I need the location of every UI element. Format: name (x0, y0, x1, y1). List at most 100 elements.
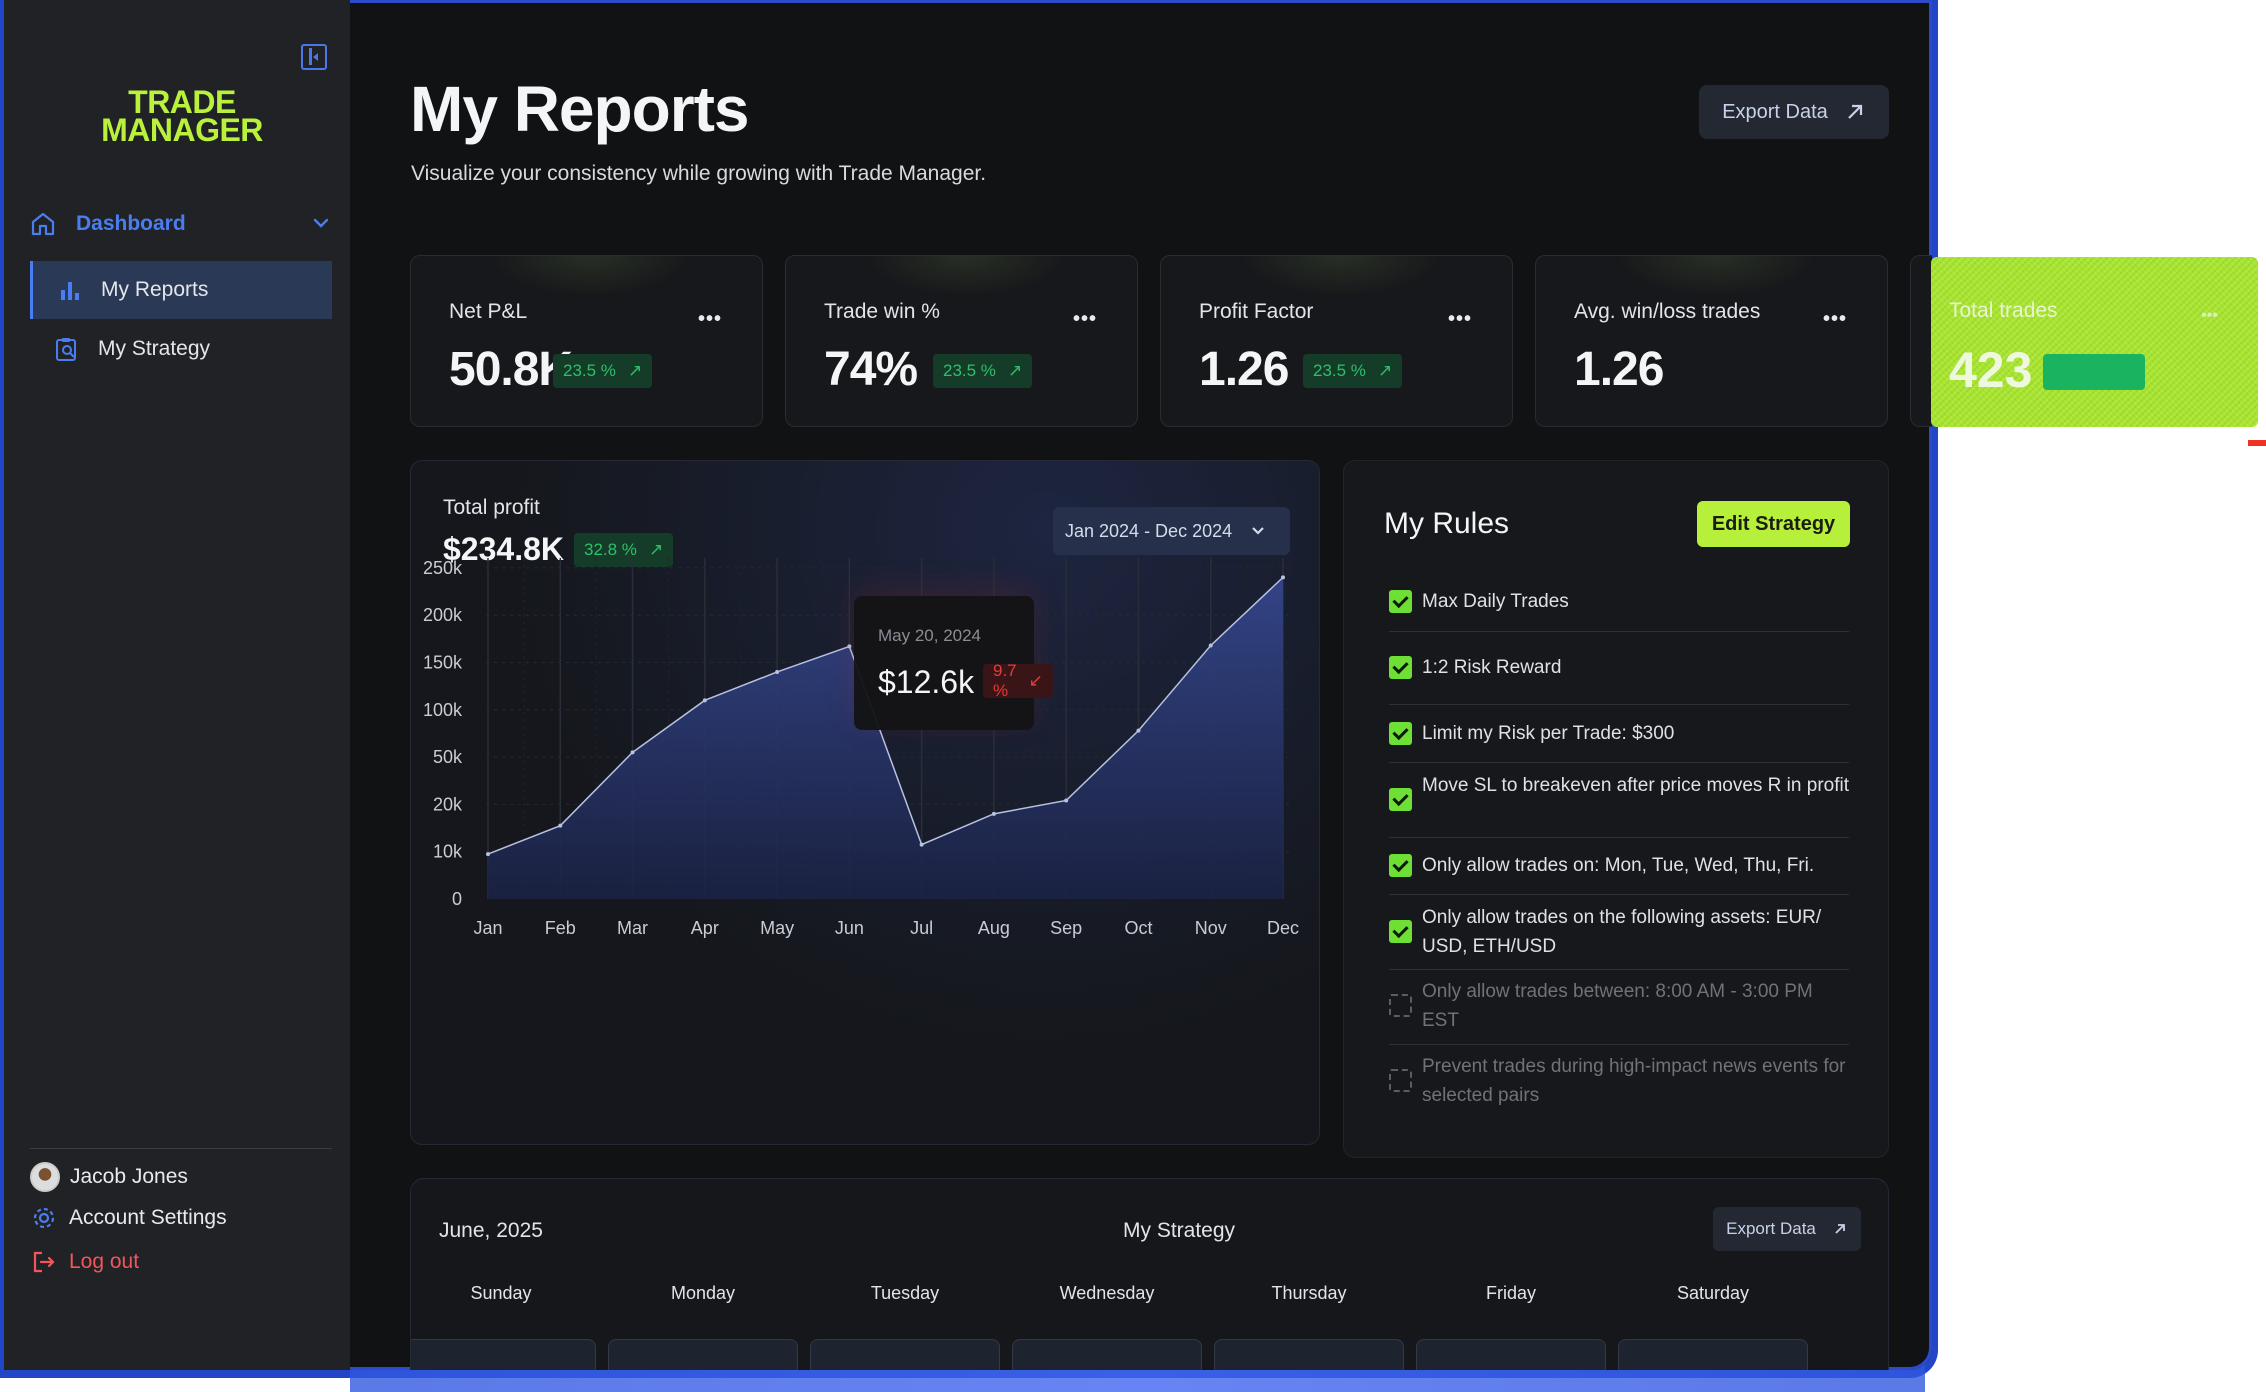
sidebar-item-my-strategy[interactable]: My Strategy (30, 320, 332, 378)
x-tick-label: Mar (617, 918, 648, 938)
data-point-may[interactable] (775, 669, 780, 674)
more-icon[interactable]: ••• (1448, 308, 1472, 331)
stat-card-edge (1910, 255, 1932, 427)
day-name: Tuesday (870, 1283, 940, 1303)
rule-item[interactable]: Only allow trades on: Mon, Tue, Wed, Thu… (1389, 851, 1849, 880)
page-title: My Reports (410, 73, 749, 145)
data-point-jan[interactable] (486, 852, 490, 857)
data-point-jul[interactable] (919, 842, 924, 847)
chevron-down-icon (313, 218, 329, 228)
checkbox-empty-icon[interactable] (1389, 1069, 1412, 1092)
sidebar-item-label: My Strategy (98, 337, 211, 360)
checkbox-checked-icon[interactable] (1389, 854, 1412, 877)
data-point-dec[interactable] (1281, 575, 1285, 580)
home-icon (30, 211, 56, 237)
checkbox-checked-icon[interactable] (1389, 722, 1412, 745)
calendar-export-button[interactable]: Export Data (1713, 1207, 1861, 1251)
rule-item[interactable]: Move SL to breakeven after price moves R… (1389, 771, 1849, 811)
tooltip-date: May 20, 2024 (878, 626, 982, 645)
data-point-oct[interactable] (1136, 728, 1141, 733)
checkbox-checked-icon[interactable] (1389, 920, 1412, 943)
rule-divider (1389, 631, 1849, 632)
y-tick-label: 10k (433, 842, 463, 862)
checkbox-checked-icon[interactable] (1389, 788, 1412, 811)
data-point-aug[interactable] (991, 811, 996, 816)
calendar-day-cell[interactable]: 5 (1416, 1339, 1606, 1370)
rule-divider (1389, 894, 1849, 895)
rule-item-disabled[interactable]: Prevent trades during high-impact news e… (1389, 1052, 1849, 1110)
sidebar: TRADE MANAGER Dashboard My Reports My St… (4, 0, 350, 1370)
avatar (30, 1162, 60, 1192)
rule-divider (1389, 837, 1849, 838)
x-tick-label: Apr (691, 918, 719, 938)
rule-divider (1389, 704, 1849, 705)
day-name: Saturday (1676, 1283, 1750, 1303)
more-icon[interactable]: ••• (1823, 308, 1847, 331)
y-tick-label: 0 (452, 889, 462, 909)
day-name: Wednesday (1059, 1283, 1155, 1303)
rule-item[interactable]: Only allow trades on the following asset… (1389, 903, 1849, 961)
total-profit-card: Total profit $234.8K 32.8 % ↗ Jan 2024 - … (410, 460, 1320, 1145)
calendar-day-cell[interactable]: 1 (608, 1339, 798, 1370)
more-icon[interactable]: ••• (1073, 308, 1097, 331)
stat-value: 1.26 (1199, 343, 1289, 396)
stat-card-profit-factor: Profit Factor ••• 1.26 23.5 % ↗ (1160, 255, 1513, 427)
app-window: TRADE MANAGER Dashboard My Reports My St… (4, 0, 1932, 1370)
bar-chart-icon (61, 282, 79, 300)
stat-card-net-pnl: Net P&L ••• 50.8K 23.5 % ↗ (410, 255, 763, 427)
account-settings-link[interactable]: Account Settings (30, 1204, 227, 1232)
x-tick-label: Sep (1050, 918, 1082, 938)
sidebar-item-my-reports[interactable]: My Reports (30, 261, 332, 319)
data-point-jun[interactable] (847, 644, 852, 649)
rule-item[interactable]: Limit my Risk per Trade: $300 (1389, 719, 1849, 748)
stat-value: 1.26 (1574, 343, 1664, 396)
rule-item[interactable]: Max Daily Trades (1389, 587, 1849, 616)
calendar-day-cell[interactable]: 4 (1214, 1339, 1404, 1370)
rule-divider (1389, 969, 1849, 970)
calendar-day-cell[interactable] (411, 1339, 596, 1370)
data-point-apr[interactable] (702, 698, 707, 703)
stat-label: Avg. win/loss trades (1574, 300, 1761, 323)
y-tick-label: 250k (423, 558, 463, 578)
trend-badge (2043, 354, 2145, 390)
calendar-day-cell[interactable] (1618, 1339, 1808, 1370)
more-icon[interactable]: ••• (2201, 307, 2218, 325)
calendar-month: June, 2025 (439, 1219, 543, 1242)
logout-label: Log out (69, 1250, 140, 1273)
sidebar-collapse-icon[interactable] (301, 44, 327, 70)
data-point-feb[interactable] (558, 823, 563, 828)
calendar-day-cell[interactable]: 3 (1012, 1339, 1202, 1370)
arrow-down-left-icon: ↙ (1028, 671, 1043, 690)
x-tick-label: Jan (473, 918, 502, 938)
rule-divider (1389, 1044, 1849, 1045)
user-name: Jacob Jones (70, 1165, 188, 1188)
arrow-up-right-icon (1848, 104, 1862, 119)
logout-link[interactable]: Log out (30, 1248, 139, 1276)
y-tick-label: 50k (433, 747, 463, 767)
checkbox-checked-icon[interactable] (1389, 656, 1412, 679)
calendar-day-cell[interactable]: 2 (810, 1339, 1000, 1370)
day-name: Monday (670, 1283, 736, 1303)
arrow-up-right-icon: ↗ (1007, 361, 1023, 380)
trend-badge: 23.5 % ↗ (553, 354, 653, 388)
nav-dashboard[interactable]: Dashboard (30, 206, 330, 242)
data-point-nov[interactable] (1208, 643, 1213, 648)
arrow-up-right-icon: ↗ (1377, 361, 1393, 380)
x-tick-label: Jun (835, 918, 864, 938)
edit-strategy-button[interactable]: Edit Strategy (1697, 501, 1850, 547)
y-tick-label: 150k (423, 653, 463, 673)
checkbox-checked-icon[interactable] (1389, 590, 1412, 613)
data-point-mar[interactable] (630, 750, 635, 755)
data-point-sep[interactable] (1064, 798, 1069, 803)
rule-item[interactable]: 1:2 Risk Reward (1389, 653, 1849, 682)
day-name: Sunday (470, 1283, 532, 1303)
user-profile[interactable]: Jacob Jones (30, 1160, 188, 1194)
export-data-button[interactable]: Export Data (1699, 85, 1889, 139)
my-rules-card: My Rules Edit Strategy Max Daily Trades … (1343, 460, 1889, 1158)
logout-icon (33, 1251, 55, 1273)
stat-label: Trade win % (824, 300, 940, 323)
rule-item-disabled[interactable]: Only allow trades between: 8:00 AM - 3:0… (1389, 977, 1849, 1035)
stat-card-trade-win: Trade win % ••• 74% 23.5 % ↗ (785, 255, 1138, 427)
checkbox-empty-icon[interactable] (1389, 994, 1412, 1017)
more-icon[interactable]: ••• (698, 308, 722, 331)
